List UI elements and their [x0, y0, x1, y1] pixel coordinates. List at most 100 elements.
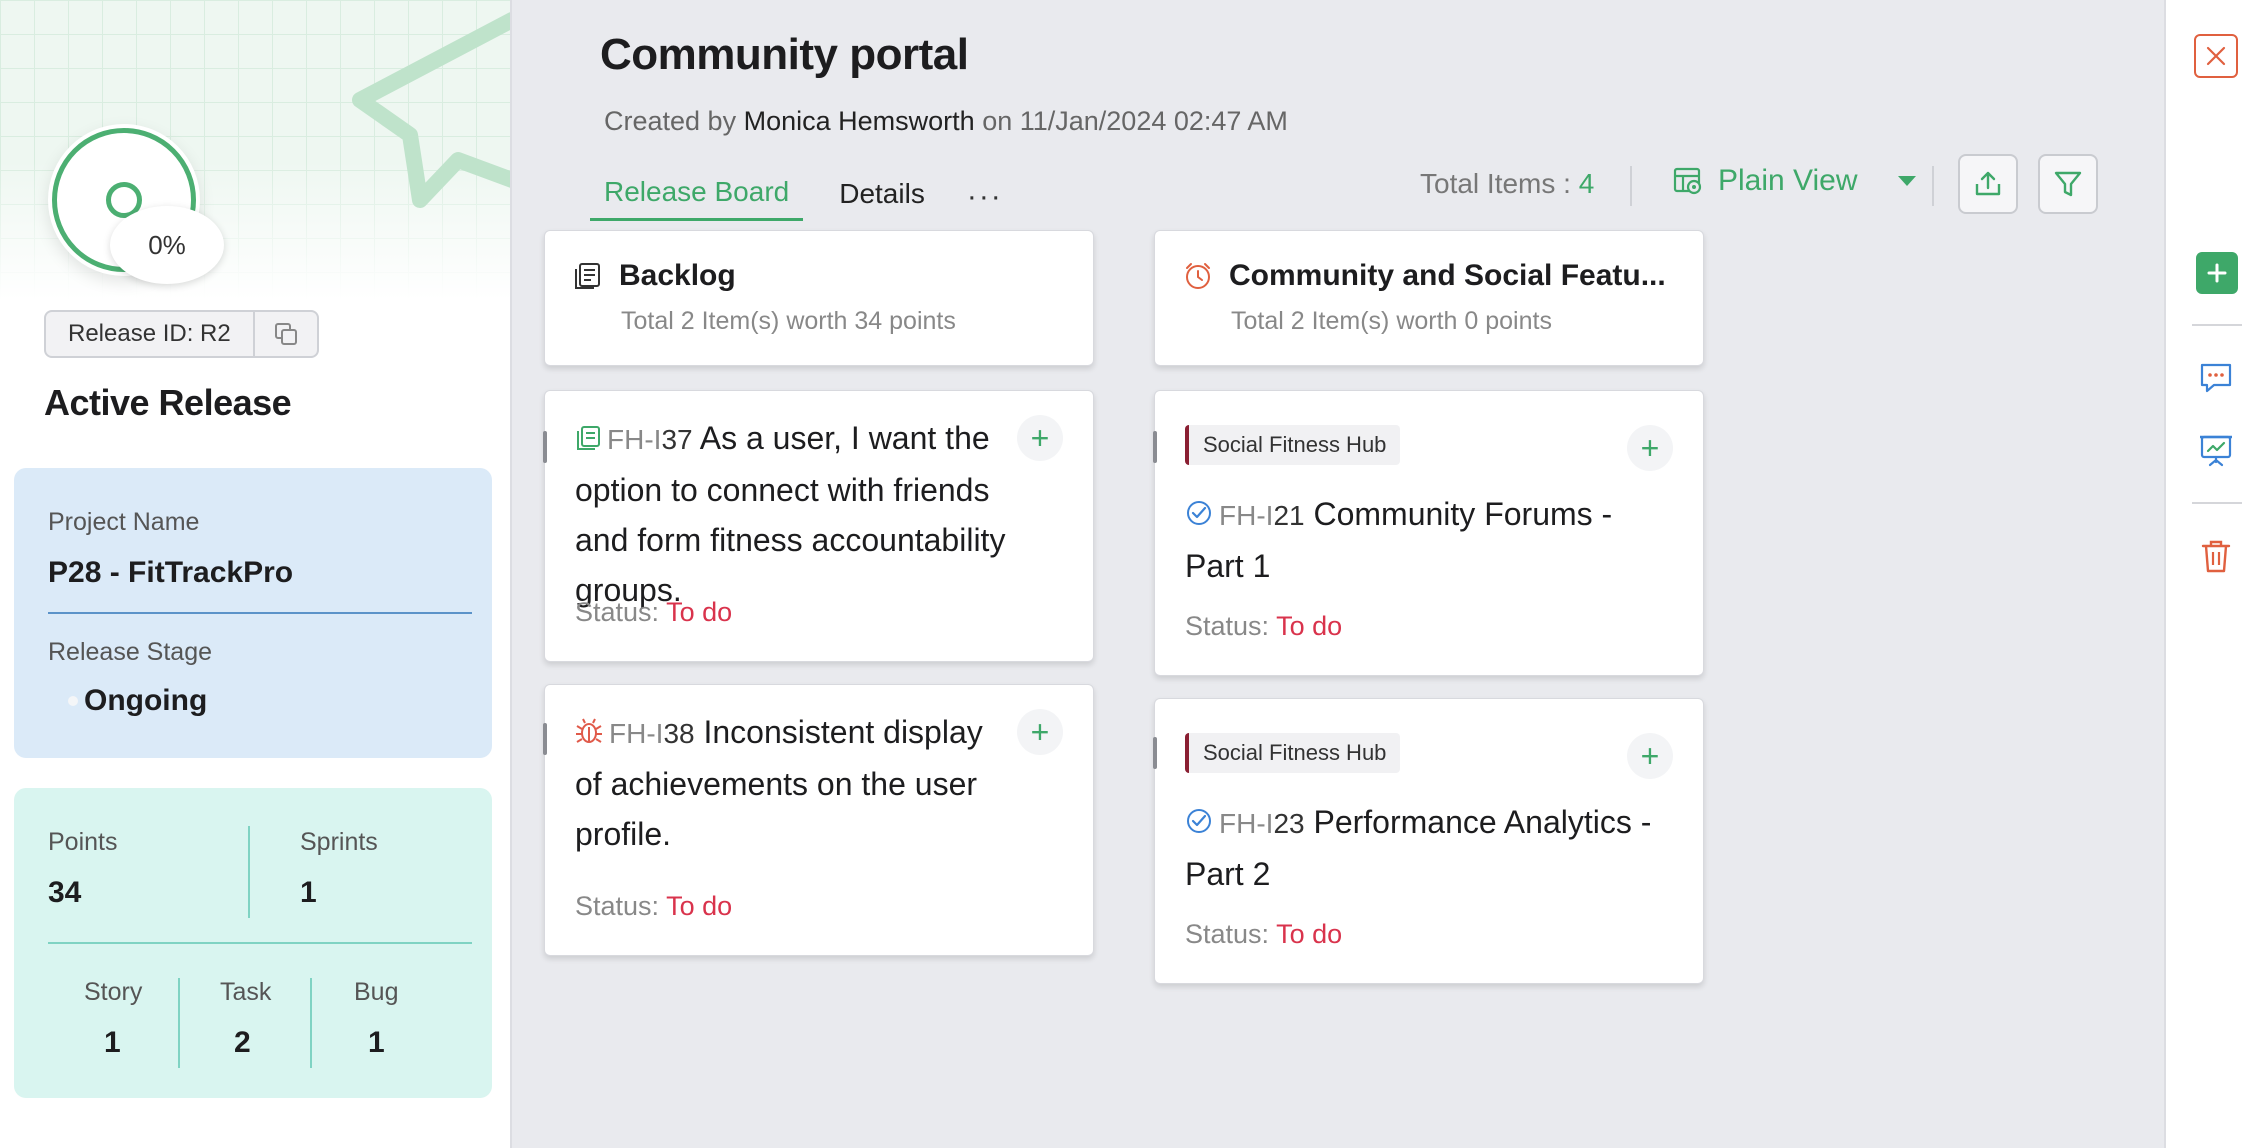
work-item-title[interactable]: FH-I23 Performance Analytics - Part 2	[1185, 797, 1673, 899]
item-key-number: 38	[663, 718, 695, 749]
divider	[2192, 324, 2242, 326]
item-status: Status: To do	[575, 597, 732, 628]
delete-button[interactable]	[2194, 534, 2238, 578]
work-item-card[interactable]: + FH-I38 Inconsistent display of achieve…	[543, 684, 1094, 956]
export-button[interactable]	[1958, 154, 2018, 214]
release-id-chip: Release ID: R2	[44, 310, 319, 358]
created-date: on 11/Jan/2024 02:47 AM	[982, 106, 1288, 136]
tab-release-board[interactable]: Release Board	[590, 172, 804, 221]
tag-chip[interactable]: Social Fitness Hub	[1185, 425, 1401, 465]
filter-button[interactable]	[2038, 154, 2098, 214]
work-item-card[interactable]: Social Fitness Hub + FH-I23 Performance …	[1153, 698, 1704, 984]
story-label: Story	[84, 978, 143, 1006]
item-key-prefix: FH-I	[1219, 808, 1274, 839]
divider	[48, 612, 472, 614]
item-status: Status: To do	[1185, 919, 1342, 950]
tab-bar: Release Board Details ···	[590, 172, 1003, 221]
total-items-count: 4	[1578, 168, 1595, 199]
drag-handle[interactable]	[1153, 737, 1157, 769]
tag-chip[interactable]: Social Fitness Hub	[1185, 733, 1401, 773]
drag-handle[interactable]	[543, 431, 547, 463]
status-value[interactable]: To do	[1276, 611, 1342, 641]
tab-details[interactable]: Details	[825, 174, 939, 220]
sprint-clock-icon	[1186, 263, 1210, 289]
presentation-icon	[2200, 435, 2232, 467]
copy-icon	[274, 323, 297, 345]
close-button[interactable]	[2194, 34, 2238, 78]
divider	[1630, 166, 1632, 206]
column-header-backlog: Backlog Total 2 Item(s) worth 34 points	[544, 230, 1094, 366]
created-info: Created by Monica Hemsworth on 11/Jan/20…	[604, 106, 1288, 137]
add-child-button[interactable]: +	[1017, 709, 1063, 755]
divider	[48, 942, 472, 944]
filter-icon	[2054, 171, 2082, 197]
release-summary-panel: 0% Release ID: R2 Active Release Project…	[0, 0, 512, 1148]
drag-handle[interactable]	[543, 723, 547, 755]
backlog-icon	[575, 263, 600, 289]
status-label: Status:	[1185, 611, 1270, 641]
board-view-icon	[1673, 167, 1702, 195]
project-name-value[interactable]: P28 - FitTrackPro	[48, 556, 293, 590]
story-count: 1	[104, 1026, 121, 1059]
project-name-label: Project Name	[48, 508, 200, 536]
add-item-button[interactable]	[2196, 252, 2238, 294]
sprints-value: 1	[300, 876, 317, 909]
sprints-label: Sprints	[300, 828, 378, 856]
status-value[interactable]: To do	[1276, 919, 1342, 949]
release-stage-value: Ongoing	[84, 684, 208, 717]
item-status: Status: To do	[1185, 611, 1342, 642]
task-count: 2	[234, 1026, 251, 1059]
trash-icon	[2201, 540, 2231, 573]
points-label: Points	[48, 828, 118, 856]
release-stats-card: Points 34 Sprints 1 Story 1 Task 2 Bug 1	[14, 788, 492, 1098]
release-id-text: Release ID: R2	[46, 312, 255, 356]
add-child-button[interactable]: +	[1627, 425, 1673, 471]
item-key-prefix: FH-I	[607, 424, 662, 455]
task-label: Task	[220, 978, 272, 1006]
copy-id-button[interactable]	[255, 312, 317, 356]
add-child-button[interactable]: +	[1017, 415, 1063, 461]
item-status: Status: To do	[575, 891, 732, 922]
total-items: Total Items : 4	[1420, 168, 1594, 200]
total-items-label: Total Items :	[1420, 168, 1571, 199]
item-key-number: 23	[1273, 808, 1305, 839]
add-child-button[interactable]: +	[1627, 733, 1673, 779]
creator-name[interactable]: Monica Hemsworth	[744, 106, 975, 136]
chevron-down-icon	[1897, 176, 1916, 186]
task-icon	[1187, 809, 1211, 833]
paper-plane-icon	[352, 12, 510, 208]
created-prefix: Created by	[604, 106, 737, 136]
work-item-card[interactable]: + FH-I37 As a user, I want the option to…	[543, 390, 1094, 662]
task-icon	[1187, 501, 1211, 525]
status-label: Status:	[1185, 919, 1270, 949]
divider	[1932, 166, 1934, 206]
status-value[interactable]: To do	[666, 597, 732, 627]
work-item-card[interactable]: Social Fitness Hub + FH-I21 Community Fo…	[1153, 390, 1704, 676]
progress-percent: 0%	[110, 206, 224, 284]
divider	[310, 978, 312, 1068]
item-key-prefix: FH-I	[1219, 500, 1274, 531]
drag-handle[interactable]	[1153, 431, 1157, 463]
column-title[interactable]: Community and Social Featu...	[1229, 259, 1666, 293]
comments-button[interactable]	[2194, 356, 2238, 400]
project-info-card: Project Name P28 - FitTrackPro Release S…	[14, 468, 492, 758]
more-tabs-button[interactable]: ···	[967, 180, 1003, 214]
story-icon	[577, 426, 600, 450]
stage-indicator-dot	[68, 696, 78, 706]
comment-icon	[2200, 363, 2232, 393]
view-selector[interactable]: Plain View	[1672, 164, 1916, 198]
item-key-number: 21	[1273, 500, 1305, 531]
status-label: Status:	[575, 891, 660, 921]
status-label: Status:	[575, 597, 660, 627]
close-icon	[2206, 46, 2226, 66]
active-release-heading: Active Release	[44, 382, 292, 423]
page-title: Community portal	[600, 30, 969, 79]
work-item-title[interactable]: FH-I21 Community Forums - Part 1	[1185, 489, 1673, 591]
work-item-title[interactable]: FH-I37 As a user, I want the option to c…	[575, 413, 1013, 615]
status-value[interactable]: To do	[666, 891, 732, 921]
work-item-title[interactable]: FH-I38 Inconsistent display of achieveme…	[575, 707, 1013, 859]
presentation-button[interactable]	[2194, 428, 2238, 472]
bug-count: 1	[368, 1026, 385, 1059]
divider	[248, 826, 250, 918]
column-title: Backlog	[619, 259, 736, 292]
